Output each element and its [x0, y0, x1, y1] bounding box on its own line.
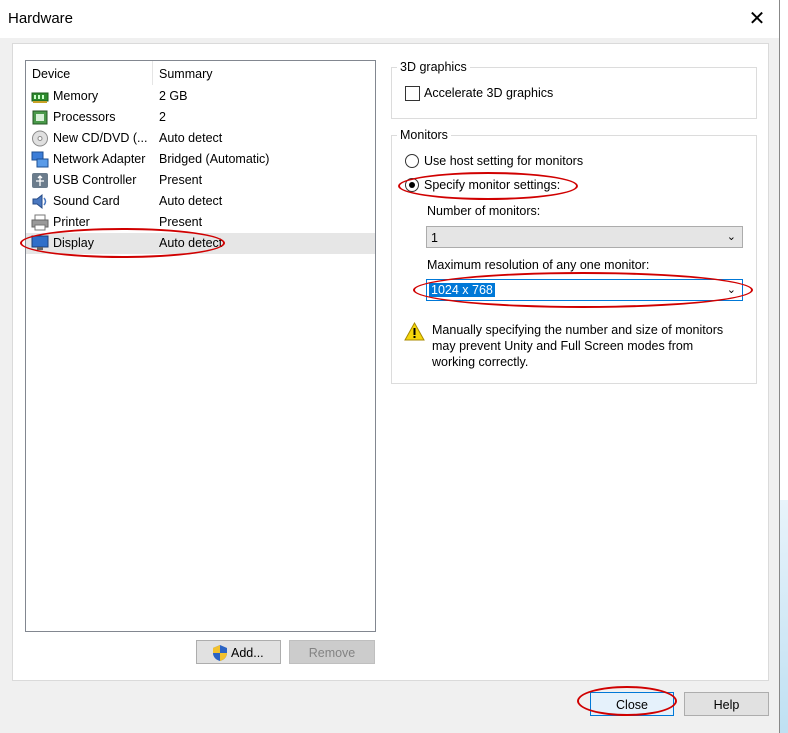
graphics-group-label: 3D graphics: [397, 60, 470, 74]
uac-shield-icon: [213, 645, 227, 661]
device-row-sound-card[interactable]: Sound Card Auto detect: [26, 191, 375, 212]
memory-icon: [31, 92, 49, 103]
cd-dvd-icon: [32, 130, 48, 147]
device-name: New CD/DVD (...: [53, 131, 148, 145]
processor-icon: [32, 110, 48, 125]
device-row-processors[interactable]: Processors 2: [26, 107, 375, 128]
use-host-radio[interactable]: [405, 154, 419, 168]
use-host-label[interactable]: Use host setting for monitors: [424, 154, 583, 168]
warning-line: working correctly.: [432, 355, 529, 369]
device-summary: Bridged (Automatic): [159, 152, 270, 166]
monitors-group-label: Monitors: [397, 128, 451, 142]
device-row-network-adapter[interactable]: Network Adapter Bridged (Automatic): [26, 149, 375, 170]
add-button-label: Add...: [231, 646, 264, 660]
device-summary: 2: [159, 110, 166, 124]
window-title: Hardware: [8, 10, 74, 27]
device-name: USB Controller: [53, 173, 137, 187]
warning-line: Manually specifying the number and size …: [432, 323, 724, 337]
accelerate-3d-label[interactable]: Accelerate 3D graphics: [424, 86, 553, 100]
help-button[interactable]: Help: [684, 692, 769, 716]
hardware-dialog: Hardware ✕ Device Summary Memory 2 GB Pr…: [0, 0, 780, 733]
device-name: Printer: [53, 215, 90, 229]
annotation-ellipse-specify: [398, 172, 578, 200]
title-bar: Hardware ✕: [0, 0, 779, 38]
close-window-icon[interactable]: ✕: [742, 6, 772, 32]
device-list[interactable]: Device Summary Memory 2 GB Processors 2 …: [25, 60, 376, 632]
printer-icon: [31, 214, 49, 231]
chevron-down-icon: ⌄: [726, 231, 736, 243]
device-summary: Present: [159, 215, 203, 229]
device-summary: 2 GB: [159, 89, 188, 103]
column-header-device[interactable]: Device: [32, 67, 70, 81]
device-name: Processors: [53, 110, 116, 124]
annotation-ellipse-display: [20, 228, 225, 258]
device-name: Sound Card: [53, 194, 120, 208]
device-row-memory[interactable]: Memory 2 GB: [26, 86, 375, 107]
column-header-summary[interactable]: Summary: [159, 67, 212, 81]
warning-icon: [404, 322, 425, 341]
network-adapter-icon: [31, 151, 49, 168]
warning-line: may prevent Unity and Full Screen modes …: [432, 339, 694, 353]
device-name: Network Adapter: [53, 152, 146, 166]
number-of-monitors-value: 1: [431, 231, 438, 245]
usb-icon: [32, 173, 48, 188]
number-of-monitors-label: Number of monitors:: [427, 204, 541, 218]
add-button[interactable]: Add...: [196, 640, 281, 664]
device-summary: Present: [159, 173, 203, 187]
device-list-header: Device Summary: [26, 61, 375, 85]
device-row-cd-dvd[interactable]: New CD/DVD (... Auto detect: [26, 128, 375, 149]
device-name: Memory: [53, 89, 99, 103]
device-summary: Auto detect: [159, 194, 223, 208]
column-divider[interactable]: [152, 61, 153, 85]
annotation-ellipse-close: [577, 686, 677, 716]
max-resolution-label: Maximum resolution of any one monitor:: [427, 258, 650, 272]
device-row-usb-controller[interactable]: USB Controller Present: [26, 170, 375, 191]
monitor-warning-text: Manually specifying the number and size …: [432, 322, 723, 370]
background-desktop: [779, 500, 788, 733]
accelerate-3d-checkbox[interactable]: [405, 86, 420, 101]
number-of-monitors-select[interactable]: 1 ⌄: [426, 226, 743, 248]
remove-button[interactable]: Remove: [289, 640, 375, 664]
device-summary: Auto detect: [159, 131, 223, 145]
sound-card-icon: [32, 193, 47, 210]
annotation-ellipse-resolution: [413, 272, 753, 308]
